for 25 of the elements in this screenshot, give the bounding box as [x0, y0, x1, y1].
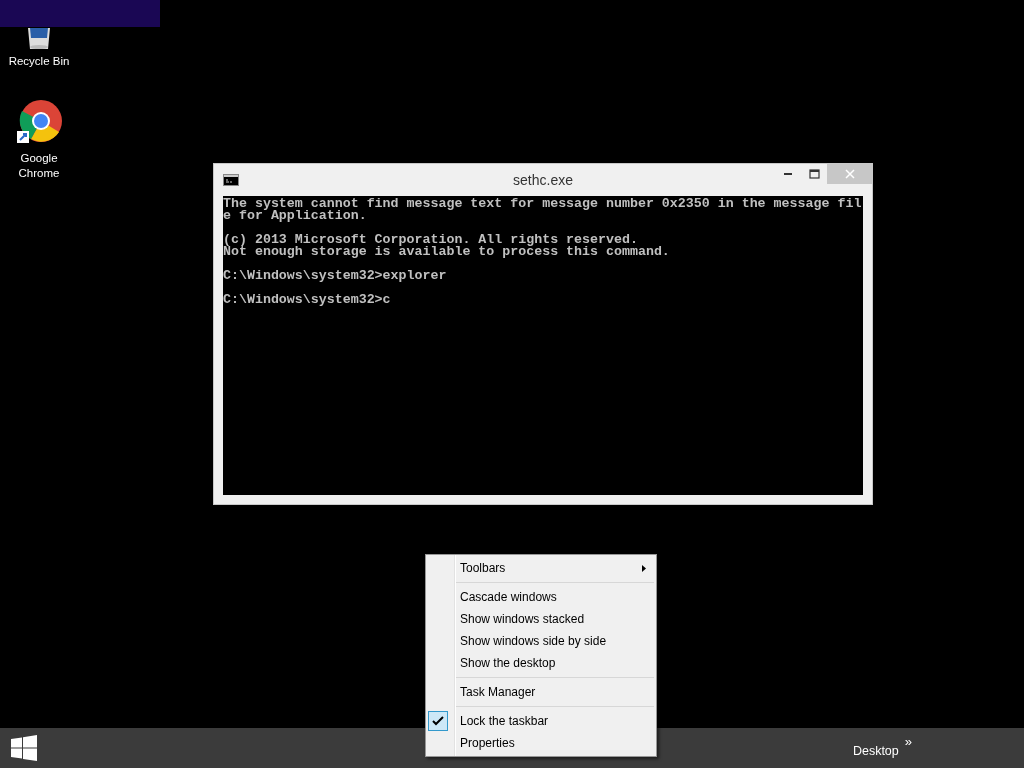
menu-item[interactable]: Lock the taskbar — [426, 710, 656, 732]
console-line: The system cannot find message text for message number 0x2350 in the message fil — [223, 198, 863, 210]
menu-item[interactable]: Show windows side by side — [426, 630, 656, 652]
toolbar-label: Desktop — [852, 744, 899, 758]
console-line: (c) 2013 Microsoft Corporation. All rights reserved. — [223, 234, 638, 246]
menu-item[interactable]: Properties — [426, 732, 656, 754]
console-icon — [223, 174, 239, 186]
toolbar-overflow-button[interactable]: » — [904, 734, 912, 748]
menu-item[interactable]: Toolbars — [426, 557, 656, 579]
maximize-icon — [808, 169, 820, 179]
window-title: sethc.exe — [513, 172, 573, 188]
menu-item[interactable]: Show windows stacked — [426, 608, 656, 630]
console-line: Not enough storage is available to process this command. — [223, 246, 671, 258]
menu-item[interactable]: Show the desktop — [426, 652, 656, 674]
console-line: e for Application. — [223, 210, 368, 222]
console-line: C:\Windows\system32>explorer — [223, 270, 448, 282]
recycle-bin-icon — [27, 28, 51, 50]
start-button[interactable] — [10, 735, 38, 761]
desktop-icon-label[interactable]: Google Chrome — [0, 151, 78, 181]
menu-item[interactable]: Cascade windows — [426, 586, 656, 608]
minimize-icon — [784, 173, 792, 175]
close-icon — [844, 169, 855, 179]
console-line: C:\Windows\system32>c — [223, 294, 392, 306]
desktop-icon-label[interactable]: Recycle Bin — [8, 54, 70, 69]
menu-item[interactable]: Task Manager — [426, 681, 656, 703]
